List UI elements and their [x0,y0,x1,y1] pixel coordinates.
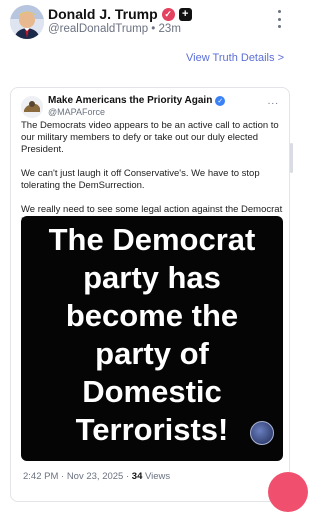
quoted-post-meta: 2:42 PM · Nov 23, 2025 · 34 Views [23,471,170,482]
quoted-name-row: Make Americans the Priority Again ✓ [48,95,226,106]
image-text-line: become the [65,298,239,333]
image-text-line: party has [83,260,221,295]
author-handle[interactable]: @realDonaldTrump [48,23,148,35]
quoted-author-handle[interactable]: @MAPAForce [48,107,105,117]
author-meta: @realDonaldTrump • 23m [48,23,181,35]
post-time: 23m [158,23,181,35]
image-text-line: The Democrat [48,222,256,257]
author-name[interactable]: Donald J. Trump [48,6,158,22]
quoted-views-label: Views [142,471,171,482]
quoted-author-name[interactable]: Make Americans the Priority Again [48,95,212,106]
author-avatar[interactable] [10,5,44,39]
image-caption-text: The Democrat party has become the party … [21,221,283,449]
quoted-verified-icon: ✓ [215,95,226,106]
quoted-paragraph: We can't just laugh it off Conservative'… [21,168,260,191]
view-details-label: View Truth Details [186,52,275,64]
chevron-right-icon: > [277,52,284,64]
verified-badge-icon: ✓ [161,7,175,21]
more-horizontal-icon[interactable]: ... [268,96,279,107]
meta-separator: • [151,23,156,35]
more-vertical-icon[interactable] [276,10,282,28]
compose-fab-button[interactable] [268,472,308,512]
plus-badge-icon: + [178,7,192,21]
author-name-row: Donald J. Trump ✓ + [48,6,192,22]
seal-logo-icon [250,421,274,445]
view-truth-details-link[interactable]: View Truth Details > [186,52,284,64]
image-text-line: party of [95,336,209,371]
image-text-line: Domestic [82,374,222,409]
scrollbar-thumb[interactable] [290,143,293,173]
quoted-views-count: 34 [131,471,143,482]
post-header: Donald J. Trump ✓ + @realDonaldTrump • 2… [0,0,298,45]
quoted-paragraph: The Democrats video appears to be an act… [21,120,279,155]
quoted-post-image[interactable]: The Democrat party has become the party … [21,216,283,461]
quoted-post-card[interactable]: Make Americans the Priority Again ✓ @MAP… [10,87,290,502]
image-text-line: Terrorists! [75,412,229,447]
quoted-author-avatar[interactable] [21,96,43,118]
quoted-timestamp: 2:42 PM · Nov 23, 2025 · [23,471,132,482]
